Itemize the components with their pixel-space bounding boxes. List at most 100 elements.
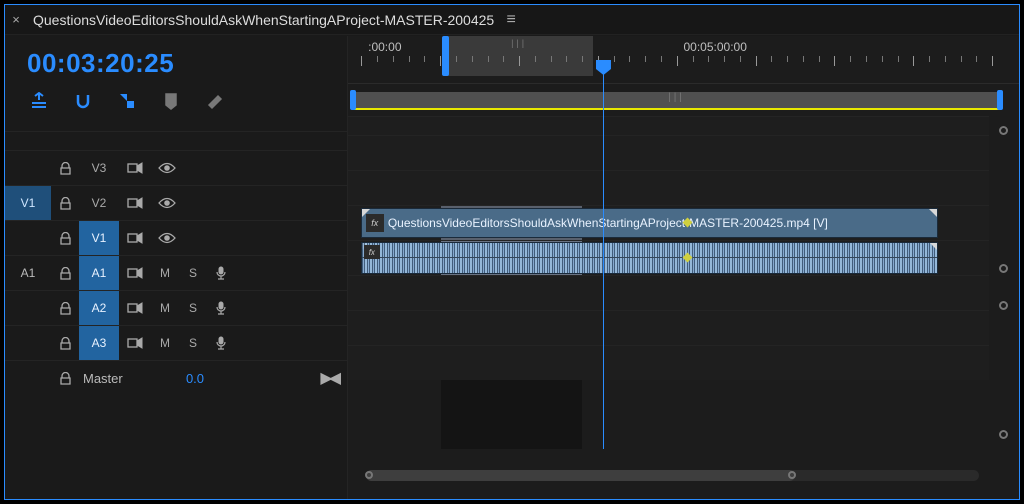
spacer-row — [5, 131, 347, 150]
sync-lock-v1[interactable] — [119, 221, 151, 255]
zoom-thumb[interactable] — [366, 470, 795, 481]
solo-toggle-a1[interactable]: S — [179, 256, 207, 290]
track-label-v2[interactable]: V2 — [79, 186, 119, 220]
source-patch-v3[interactable] — [5, 151, 51, 185]
toggle-output-v2[interactable] — [151, 186, 183, 220]
marker-icon[interactable] — [159, 89, 183, 113]
track-header-column: 00:03:20:25 — [5, 36, 347, 499]
snap-icon[interactable] — [71, 89, 95, 113]
mute-toggle-a3[interactable]: M — [151, 326, 179, 360]
work-area-bar[interactable] — [354, 92, 999, 108]
source-patch-a2[interactable] — [5, 291, 51, 325]
vertical-scroll[interactable] — [995, 126, 1013, 439]
io-toggle-icon[interactable]: ▶◀ — [320, 368, 337, 388]
voiceover-a2[interactable] — [207, 291, 235, 325]
insert-overwrite-icon[interactable] — [27, 89, 51, 113]
track-header-a2: A2 M S — [5, 290, 347, 325]
toggle-output-v3[interactable] — [151, 151, 183, 185]
source-patch-video[interactable]: V1 — [5, 186, 51, 220]
ruler-label-1: 00:05:00:00 — [684, 40, 747, 54]
fx-badge-icon[interactable]: fx — [366, 214, 384, 232]
solo-toggle-a2[interactable]: S — [179, 291, 207, 325]
voiceover-a3[interactable] — [207, 326, 235, 360]
voiceover-a1[interactable] — [207, 256, 235, 290]
video-clip[interactable]: fx QuestionsVideoEditorsShouldAskWhenSta… — [361, 208, 938, 238]
video-clip-name: QuestionsVideoEditorsShouldAskWhenStarti… — [388, 216, 828, 230]
lane-a3[interactable] — [348, 310, 989, 345]
track-label-a2[interactable]: A2 — [79, 291, 119, 325]
playhead[interactable] — [603, 66, 604, 449]
lock-toggle-a1[interactable] — [51, 256, 79, 290]
track-label-v3[interactable]: V3 — [79, 151, 119, 185]
lane-v2[interactable] — [348, 170, 989, 205]
ruler-label-0: :00:00 — [368, 40, 401, 54]
toggle-output-v1[interactable] — [151, 221, 183, 255]
lock-toggle-a3[interactable] — [51, 326, 79, 360]
track-header-v3: V3 — [5, 150, 347, 185]
mute-toggle-a2[interactable]: M — [151, 291, 179, 325]
waveform-left — [362, 243, 937, 258]
track-label-a3[interactable]: A3 — [79, 326, 119, 360]
lane-v1[interactable]: fx QuestionsVideoEditorsShouldAskWhenSta… — [348, 205, 989, 240]
lane-a2[interactable] — [348, 275, 989, 310]
mute-toggle-a1[interactable]: M — [151, 256, 179, 290]
track-label-v1[interactable]: V1 — [79, 221, 119, 255]
track-header-master: Master 0.0 ▶◀ — [5, 360, 347, 395]
tab-menu-icon[interactable]: ≡ — [500, 11, 522, 29]
ruler-labels: :00:00 00:05:00:00 — [348, 40, 1019, 54]
sequence-title[interactable]: QuestionsVideoEditorsShouldAskWhenStarti… — [27, 12, 500, 28]
lock-toggle-v3[interactable] — [51, 151, 79, 185]
timeline-content[interactable]: :00:00 00:05:00:00 fx — [347, 36, 1019, 499]
tab-close-button[interactable]: × — [5, 12, 27, 27]
tab-bar: × QuestionsVideoEditorsShouldAskWhenStar… — [5, 5, 1019, 35]
vscroll-marker[interactable] — [999, 126, 1008, 135]
lock-toggle-a2[interactable] — [51, 291, 79, 325]
lock-toggle-master[interactable] — [51, 361, 79, 395]
lane-v3[interactable] — [348, 135, 989, 170]
master-volume[interactable]: 0.0 — [165, 371, 225, 386]
vscroll-marker[interactable] — [999, 430, 1008, 439]
source-patch-master — [5, 361, 51, 395]
horizontal-zoom-scrollbar[interactable] — [366, 470, 979, 481]
vscroll-marker[interactable] — [999, 264, 1008, 273]
lane-spacer[interactable] — [348, 116, 989, 135]
timeline-toolbar — [5, 89, 347, 125]
track-header-a1: A1 A1 M S — [5, 255, 347, 290]
track-label-a1[interactable]: A1 — [79, 256, 119, 290]
lane-a1[interactable]: fx — [348, 240, 989, 275]
source-patch-v1-empty[interactable] — [5, 221, 51, 255]
sync-lock-a1[interactable] — [119, 256, 151, 290]
sync-lock-a2[interactable] — [119, 291, 151, 325]
sync-lock-v2[interactable] — [119, 186, 151, 220]
track-headers: V3 V1 V2 V1 — [5, 131, 347, 395]
work-area-start-handle[interactable] — [350, 90, 356, 110]
waveform-right — [362, 258, 937, 273]
track-header-a3: A3 M S — [5, 325, 347, 360]
vscroll-marker[interactable] — [999, 301, 1008, 310]
lock-toggle-v1[interactable] — [51, 221, 79, 255]
zoom-thumb-right-handle[interactable] — [788, 471, 796, 479]
lane-master[interactable] — [348, 345, 989, 380]
sync-lock-a3[interactable] — [119, 326, 151, 360]
time-ruler[interactable]: :00:00 00:05:00:00 — [348, 36, 1019, 84]
timeline-panel: × QuestionsVideoEditorsShouldAskWhenStar… — [4, 4, 1020, 500]
zoom-thumb-left-handle[interactable] — [365, 471, 373, 479]
solo-toggle-a3[interactable]: S — [179, 326, 207, 360]
lock-toggle-v2[interactable] — [51, 186, 79, 220]
current-timecode[interactable]: 00:03:20:25 — [5, 36, 347, 89]
master-label[interactable]: Master — [79, 371, 165, 386]
audio-clip[interactable]: fx — [361, 242, 938, 274]
track-header-v2: V1 V2 — [5, 185, 347, 220]
timeline-body: 00:03:20:25 — [5, 36, 1019, 499]
source-patch-audio[interactable]: A1 — [5, 256, 51, 290]
work-area-underline — [354, 108, 999, 110]
source-patch-a3[interactable] — [5, 326, 51, 360]
ruler-ticks — [348, 56, 1019, 66]
linked-selection-icon[interactable] — [115, 89, 139, 113]
track-lanes: fx QuestionsVideoEditorsShouldAskWhenSta… — [348, 116, 989, 449]
work-area-end-handle[interactable] — [997, 90, 1003, 110]
fx-badge-icon[interactable]: fx — [364, 245, 380, 259]
track-header-v1: V1 — [5, 220, 347, 255]
settings-icon[interactable] — [203, 89, 227, 113]
sync-lock-v3[interactable] — [119, 151, 151, 185]
